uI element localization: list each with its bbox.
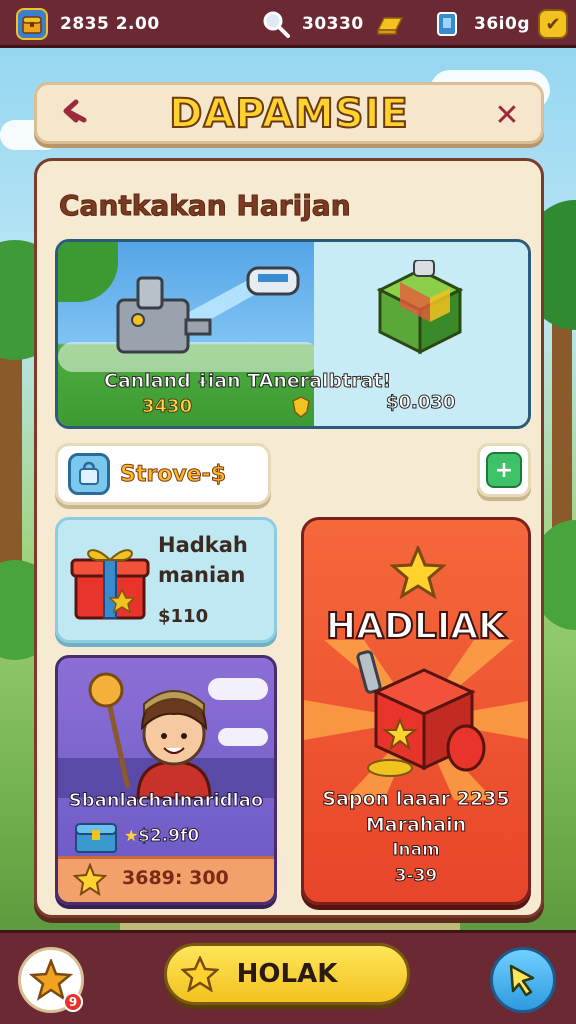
green-cube-icon <box>376 260 464 355</box>
close-button[interactable]: ✕ <box>487 95 527 135</box>
featured-offer-card[interactable]: HADLIAK Sapon laaar 2235 Marahain Inam 3… <box>301 517 531 905</box>
banner-caption: Canland ɨian TAneralbtrat! <box>103 370 392 393</box>
star-icon <box>72 863 108 897</box>
gold-bar-icon <box>374 8 406 40</box>
chest-icon <box>75 823 117 853</box>
shop-panel: Cantkakan Harijan 3430 Canland ɨian TAne… <box>34 158 544 918</box>
featured-banner[interactable]: 3430 Canland ɨian TAneralbtrat! $0.030 <box>55 239 531 429</box>
small-star-icon: ★ <box>124 826 139 845</box>
featured-card-desc-1: Sapon laaar 2235 <box>322 788 510 811</box>
store-tab-label: Strove-$ <box>119 461 227 487</box>
character-price: $2.9f0 <box>137 826 200 847</box>
close-icon: ✕ <box>494 97 520 133</box>
gift-card-title-line2: manian <box>158 563 246 587</box>
coins-counter[interactable]: 2835 2.00 <box>16 6 160 42</box>
bottom-action-bar: 9 HOLAK <box>0 930 576 1024</box>
featured-card-desc-3: Inam <box>392 840 441 861</box>
gift-box-icon <box>70 549 150 620</box>
shield-badge-icon <box>292 396 310 418</box>
treasure-chest-icon <box>16 8 48 40</box>
star-icon <box>390 546 446 600</box>
pointer-action-button[interactable] <box>490 947 556 1013</box>
title-bar: DAPAMSIE ✕ <box>34 82 544 144</box>
red-box-icon <box>356 650 486 777</box>
search-value: 30330 <box>302 14 364 34</box>
character-footer[interactable]: 3689: 300 <box>58 856 274 902</box>
gift-card-title: Hadkah manian <box>158 530 248 590</box>
search-icon <box>260 8 292 40</box>
shop-bag-icon <box>68 453 110 495</box>
store-tab-button[interactable]: Strove-$ <box>55 443 271 505</box>
featured-card-title: HADLIAK <box>325 605 507 648</box>
coins-value: 2835 2.00 <box>60 14 160 34</box>
card-pack-icon <box>432 8 464 40</box>
gems-value: 36i0g <box>474 14 530 34</box>
featured-card-desc-2: Marahain <box>365 814 467 837</box>
cursor-arrow-icon <box>509 964 535 997</box>
robot-machine-icon <box>116 266 300 354</box>
gems-counter[interactable]: 36i0g ✔ <box>432 6 568 42</box>
favorites-button[interactable]: 9 <box>18 947 84 1013</box>
checkmark-icon[interactable]: ✔ <box>537 9 568 39</box>
add-button[interactable]: + <box>477 443 531 497</box>
character-avatar-icon <box>88 672 212 800</box>
banner-price-left: 3430 <box>141 396 193 418</box>
main-action-button[interactable]: HOLAK <box>164 943 410 1005</box>
search-counter[interactable]: 30330 <box>260 6 406 42</box>
section-title: Cantkakan Harijan <box>59 189 352 223</box>
gift-offer-card[interactable]: Hadkah manian $110 <box>55 517 277 643</box>
top-resource-bar: 2835 2.00 30330 36i0g ✔ <box>0 0 576 48</box>
featured-card-desc-4: 3-39 <box>394 866 438 887</box>
notification-badge: 9 <box>63 992 83 1012</box>
main-action-label: HOLAK <box>236 959 338 989</box>
gift-card-title-line1: Hadkah <box>158 533 248 557</box>
gift-card-price: $110 <box>158 606 209 627</box>
banner-price-right: $0.030 <box>385 392 456 414</box>
character-footer-value: 3689: 300 <box>122 867 229 889</box>
banner-scene: 3430 <box>58 242 320 426</box>
character-offer-card[interactable]: Sbanlachalnaridlao ★ $2.9f0 3689: 300 <box>55 655 277 905</box>
page-title: DAPAMSIE <box>168 90 409 138</box>
character-name: Sbanlachalnaridlao <box>68 790 264 812</box>
plus-sparkle-icon: + <box>486 452 522 488</box>
